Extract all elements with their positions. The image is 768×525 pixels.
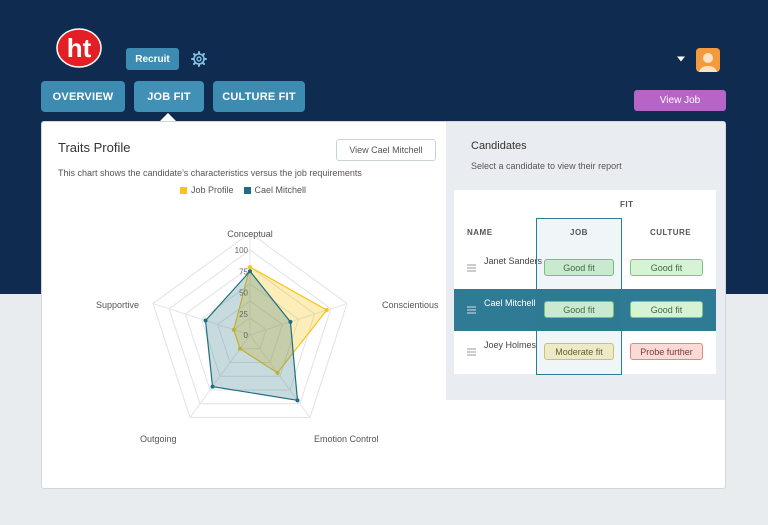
recruit-button[interactable]: Recruit [126,48,179,70]
radar-axis-label: Conceptual [227,229,273,239]
radar-tick-label: 0 [244,331,249,340]
radar-point [295,398,300,403]
traits-title: Traits Profile [58,140,131,155]
candidate-row-janet[interactable]: Janet Sanders Good fit Good fit [454,247,716,289]
ht-logo[interactable]: ht [56,28,102,68]
candidate-row-cael[interactable]: Cael Mitchell Good fit Good fit [454,289,716,331]
user-icon [696,48,720,72]
job-fit-badge: Good fit [544,301,614,318]
radar-point [248,265,252,269]
drag-handle-icon[interactable] [467,264,476,272]
user-avatar[interactable] [696,48,720,72]
radar-point [288,319,293,324]
radar-point [248,269,252,274]
gear-icon[interactable] [191,51,207,67]
legend-swatch-candidate [243,186,251,194]
candidate-name: Joey Holmes [484,340,537,350]
view-candidate-button[interactable]: View Cael Mitchell [336,139,436,161]
job-fit-badge: Moderate fit [544,343,614,360]
tab-culture-fit[interactable]: CULTURE FIT [213,81,305,112]
fit-group-header: FIT [620,200,634,209]
candidates-subtitle: Select a candidate to view their report [471,161,622,171]
candidate-name: Cael Mitchell [484,298,536,308]
legend-label-job[interactable]: Job Profile [191,185,234,195]
legend-label-candidate[interactable]: Cael Mitchell [255,185,307,195]
tab-job-fit[interactable]: JOB FIT [134,81,204,112]
candidate-name: Janet Sanders [484,256,543,266]
radar-tick-label: 25 [239,310,248,319]
chevron-down-icon[interactable] [676,56,686,62]
culture-fit-badge: Good fit [630,259,703,276]
radar-tick-label: 75 [239,267,248,276]
column-header-culture[interactable]: CULTURE [650,228,691,237]
tab-overview[interactable]: OVERVIEW [41,81,125,112]
legend-swatch-job [180,186,187,194]
column-header-name[interactable]: NAME [467,228,493,237]
culture-fit-badge: Good fit [630,301,703,318]
radar-tick-label: 100 [235,246,249,255]
candidate-row-joey[interactable]: Joey Holmes Moderate fit Probe further [454,331,716,373]
radar-point [210,384,215,389]
radar-tick-label: 50 [239,289,248,298]
candidates-title: Candidates [471,140,527,152]
radar-axis-label: Emotion Control [314,434,379,444]
radar-axis-label: Conscientious [382,300,439,310]
drag-handle-icon[interactable] [467,306,476,314]
column-header-job[interactable]: JOB [570,228,588,237]
drag-handle-icon[interactable] [467,348,476,356]
culture-fit-badge: Probe further [630,343,703,360]
radar-point [203,318,208,323]
job-fit-badge: Good fit [544,259,614,276]
traits-description: This chart shows the candidate's charact… [58,168,362,178]
logo-text: ht [67,33,92,63]
radar-axis-label: Outgoing [140,434,177,444]
view-job-button[interactable]: View Job [634,90,726,111]
chart-legend: Job Profile Cael Mitchell [180,185,306,195]
traits-radar-chart: 0 25 50 75 100 Conceptual Conscientious Emotion… [96,229,439,444]
radar-axis-label: Supportive [96,300,139,310]
radar-point [324,308,329,313]
active-tab-pointer [160,113,176,121]
